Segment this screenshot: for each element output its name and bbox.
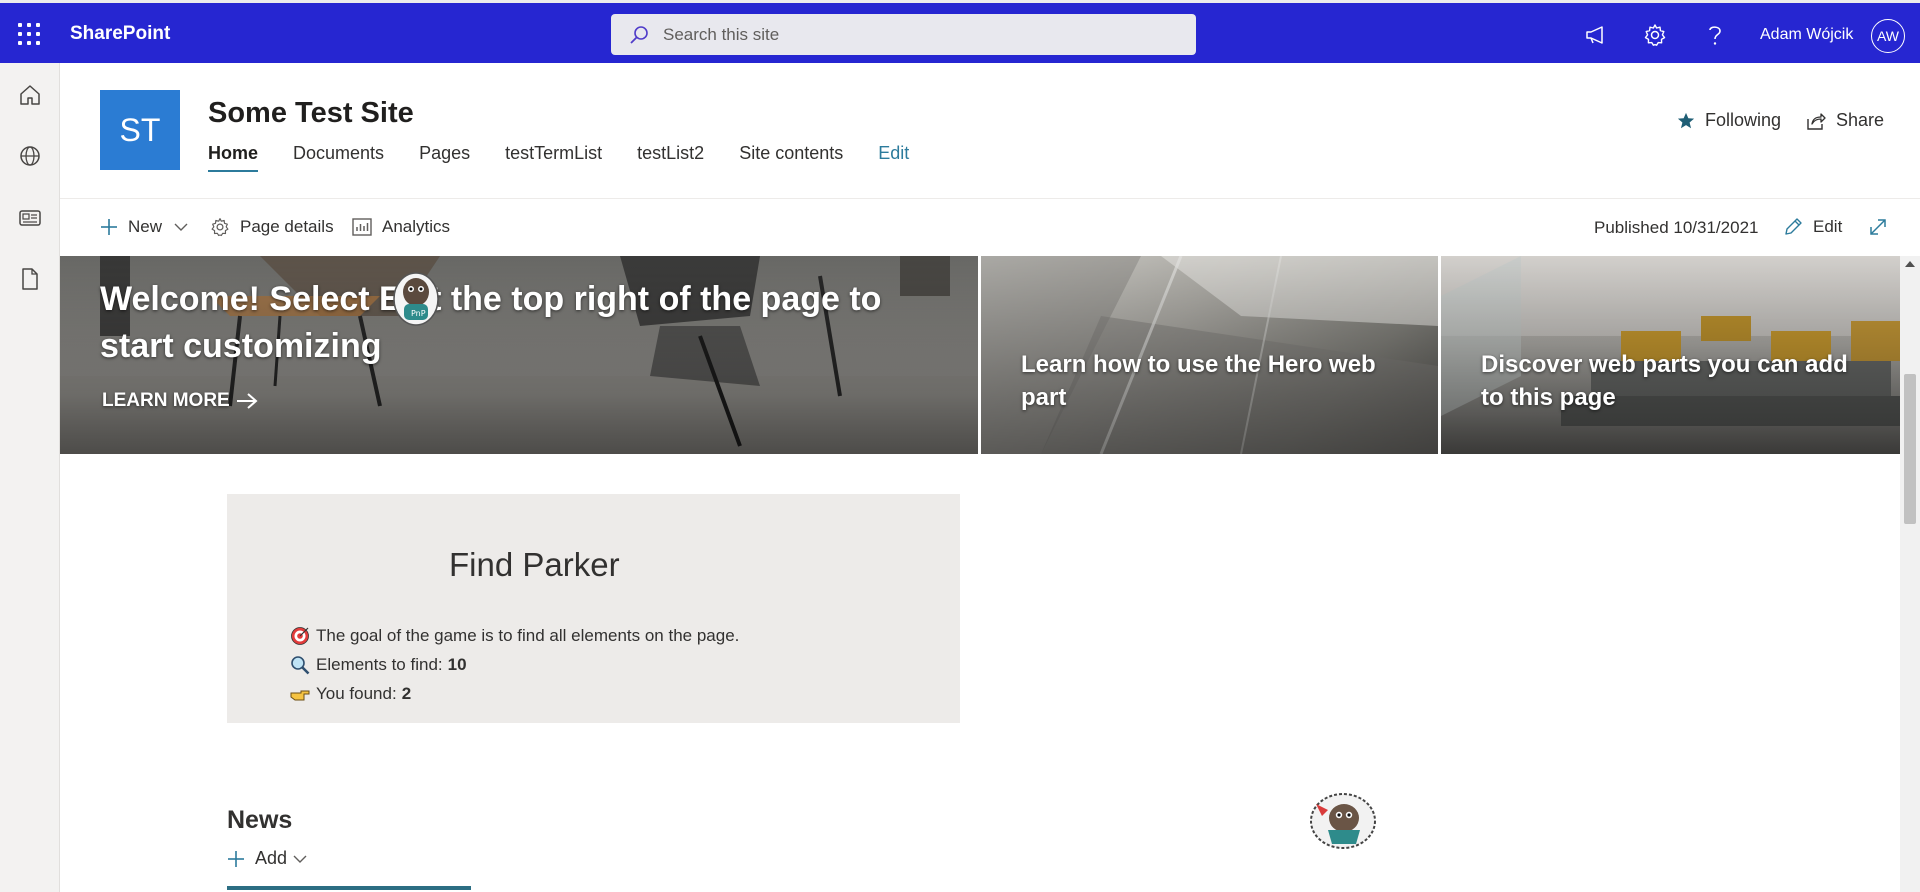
news-accent-bar bbox=[227, 886, 471, 890]
gear-icon[interactable] bbox=[1642, 22, 1668, 48]
chevron-down-icon bbox=[293, 855, 307, 863]
plus-icon bbox=[101, 219, 117, 235]
share-icon bbox=[1807, 112, 1826, 130]
file-icon[interactable] bbox=[18, 267, 42, 291]
site-navigation: Home Documents Pages testTermList testLi… bbox=[208, 143, 944, 172]
megaphone-icon[interactable] bbox=[1583, 22, 1609, 48]
pencil-icon bbox=[1785, 218, 1802, 235]
nav-testlist2[interactable]: testList2 bbox=[637, 143, 704, 172]
parker-mascot-icon[interactable]: PnP bbox=[390, 266, 442, 328]
nav-site-contents[interactable]: Site contents bbox=[739, 143, 843, 172]
following-button[interactable]: Following bbox=[1677, 110, 1781, 131]
page-details-button[interactable]: Page details bbox=[210, 217, 334, 237]
game-title: Find Parker bbox=[449, 546, 620, 583]
game-elements-line: Elements to find: 10 bbox=[290, 655, 467, 675]
news-add-button[interactable]: Add bbox=[227, 848, 307, 869]
page-scrollbar[interactable] bbox=[1900, 256, 1920, 892]
user-name[interactable]: Adam Wójcik bbox=[1760, 26, 1853, 44]
parker-mascot-icon[interactable] bbox=[1308, 790, 1378, 852]
share-label: Share bbox=[1836, 110, 1885, 130]
hero-tile-discover[interactable]: Discover web parts you can add to this p… bbox=[1441, 256, 1900, 454]
find-parker-card: Find Parker The goal of the game is to f… bbox=[227, 494, 960, 723]
expand-icon[interactable] bbox=[1868, 217, 1898, 237]
analytics-label: Analytics bbox=[382, 217, 451, 236]
edit-label: Edit bbox=[1813, 217, 1843, 236]
news-title: News bbox=[227, 806, 293, 834]
site-title[interactable]: Some Test Site bbox=[208, 97, 414, 130]
hero-discover-title: Discover web parts you can add to this p… bbox=[1481, 351, 1848, 411]
nav-testtermlist[interactable]: testTermList bbox=[505, 143, 602, 172]
nav-pages[interactable]: Pages bbox=[419, 143, 470, 172]
star-icon bbox=[1677, 112, 1695, 128]
gear-icon bbox=[211, 218, 229, 237]
new-button[interactable]: New bbox=[100, 217, 188, 237]
hero-welcome-title: Welcome! Select E at the top right of th… bbox=[100, 280, 882, 365]
globe-icon[interactable] bbox=[18, 144, 42, 168]
search-box[interactable] bbox=[611, 14, 1196, 55]
news-icon[interactable] bbox=[18, 206, 42, 230]
you-found-label: You found: bbox=[316, 684, 397, 703]
app-launcher-icon[interactable] bbox=[18, 23, 40, 45]
hero-learn-title: Learn how to use the Hero web part bbox=[1021, 351, 1376, 411]
elements-to-find-value: 10 bbox=[447, 655, 467, 674]
scrollbar-thumb[interactable] bbox=[1904, 374, 1916, 524]
published-date: Published 10/31/2021 bbox=[1594, 218, 1759, 237]
share-button[interactable]: Share bbox=[1806, 110, 1884, 131]
command-bar: New Page details Analytics Published 10/… bbox=[60, 200, 1920, 256]
game-found-line: You found: 2 bbox=[290, 684, 411, 704]
scroll-up-arrow-icon[interactable] bbox=[1905, 261, 1915, 267]
brand-name[interactable]: SharePoint bbox=[70, 23, 170, 45]
news-add-label: Add bbox=[255, 848, 288, 868]
learn-more-link[interactable]: LEARN MORE bbox=[102, 390, 258, 412]
game-goal-text: The goal of the game is to find all elem… bbox=[316, 626, 740, 645]
you-found-value: 2 bbox=[401, 684, 412, 703]
following-label: Following bbox=[1705, 110, 1782, 130]
hero-web-part: Welcome! Select E at the top right of th… bbox=[60, 256, 1900, 454]
search-input[interactable] bbox=[663, 24, 1163, 45]
avatar[interactable]: AW bbox=[1871, 19, 1905, 53]
pointing-hand-icon bbox=[290, 684, 310, 704]
site-logo[interactable]: ST bbox=[100, 90, 180, 170]
plus-icon bbox=[228, 850, 244, 867]
home-icon[interactable] bbox=[18, 83, 42, 107]
page-details-label: Page details bbox=[240, 217, 334, 236]
search-icon bbox=[630, 25, 648, 44]
site-header: ST Some Test Site Home Documents Pages t… bbox=[60, 63, 1920, 199]
target-icon bbox=[290, 626, 310, 646]
suite-bar: SharePoint Adam Wójcik AW bbox=[0, 0, 1920, 63]
nav-home[interactable]: Home bbox=[208, 143, 259, 172]
magnifier-icon bbox=[290, 655, 310, 675]
hero-tile-welcome[interactable]: Welcome! Select E at the top right of th… bbox=[60, 256, 978, 454]
nav-edit-link[interactable]: Edit bbox=[878, 143, 909, 172]
arrow-right-icon bbox=[236, 393, 258, 409]
game-goal-line: The goal of the game is to find all elem… bbox=[290, 626, 739, 646]
nav-documents[interactable]: Documents bbox=[293, 143, 384, 172]
elements-to-find-label: Elements to find: bbox=[316, 655, 443, 674]
new-label: New bbox=[128, 217, 163, 236]
analytics-icon bbox=[352, 218, 372, 236]
chevron-down-icon bbox=[174, 223, 188, 231]
help-icon[interactable] bbox=[1702, 22, 1728, 48]
hero-tile-learn[interactable]: Learn how to use the Hero web part bbox=[981, 256, 1438, 454]
learn-more-label: LEARN MORE bbox=[102, 390, 230, 411]
analytics-button[interactable]: Analytics bbox=[352, 217, 450, 237]
app-bar bbox=[0, 63, 60, 892]
edit-page-button[interactable]: Edit bbox=[1783, 217, 1842, 237]
svg-text:PnP: PnP bbox=[411, 309, 426, 318]
